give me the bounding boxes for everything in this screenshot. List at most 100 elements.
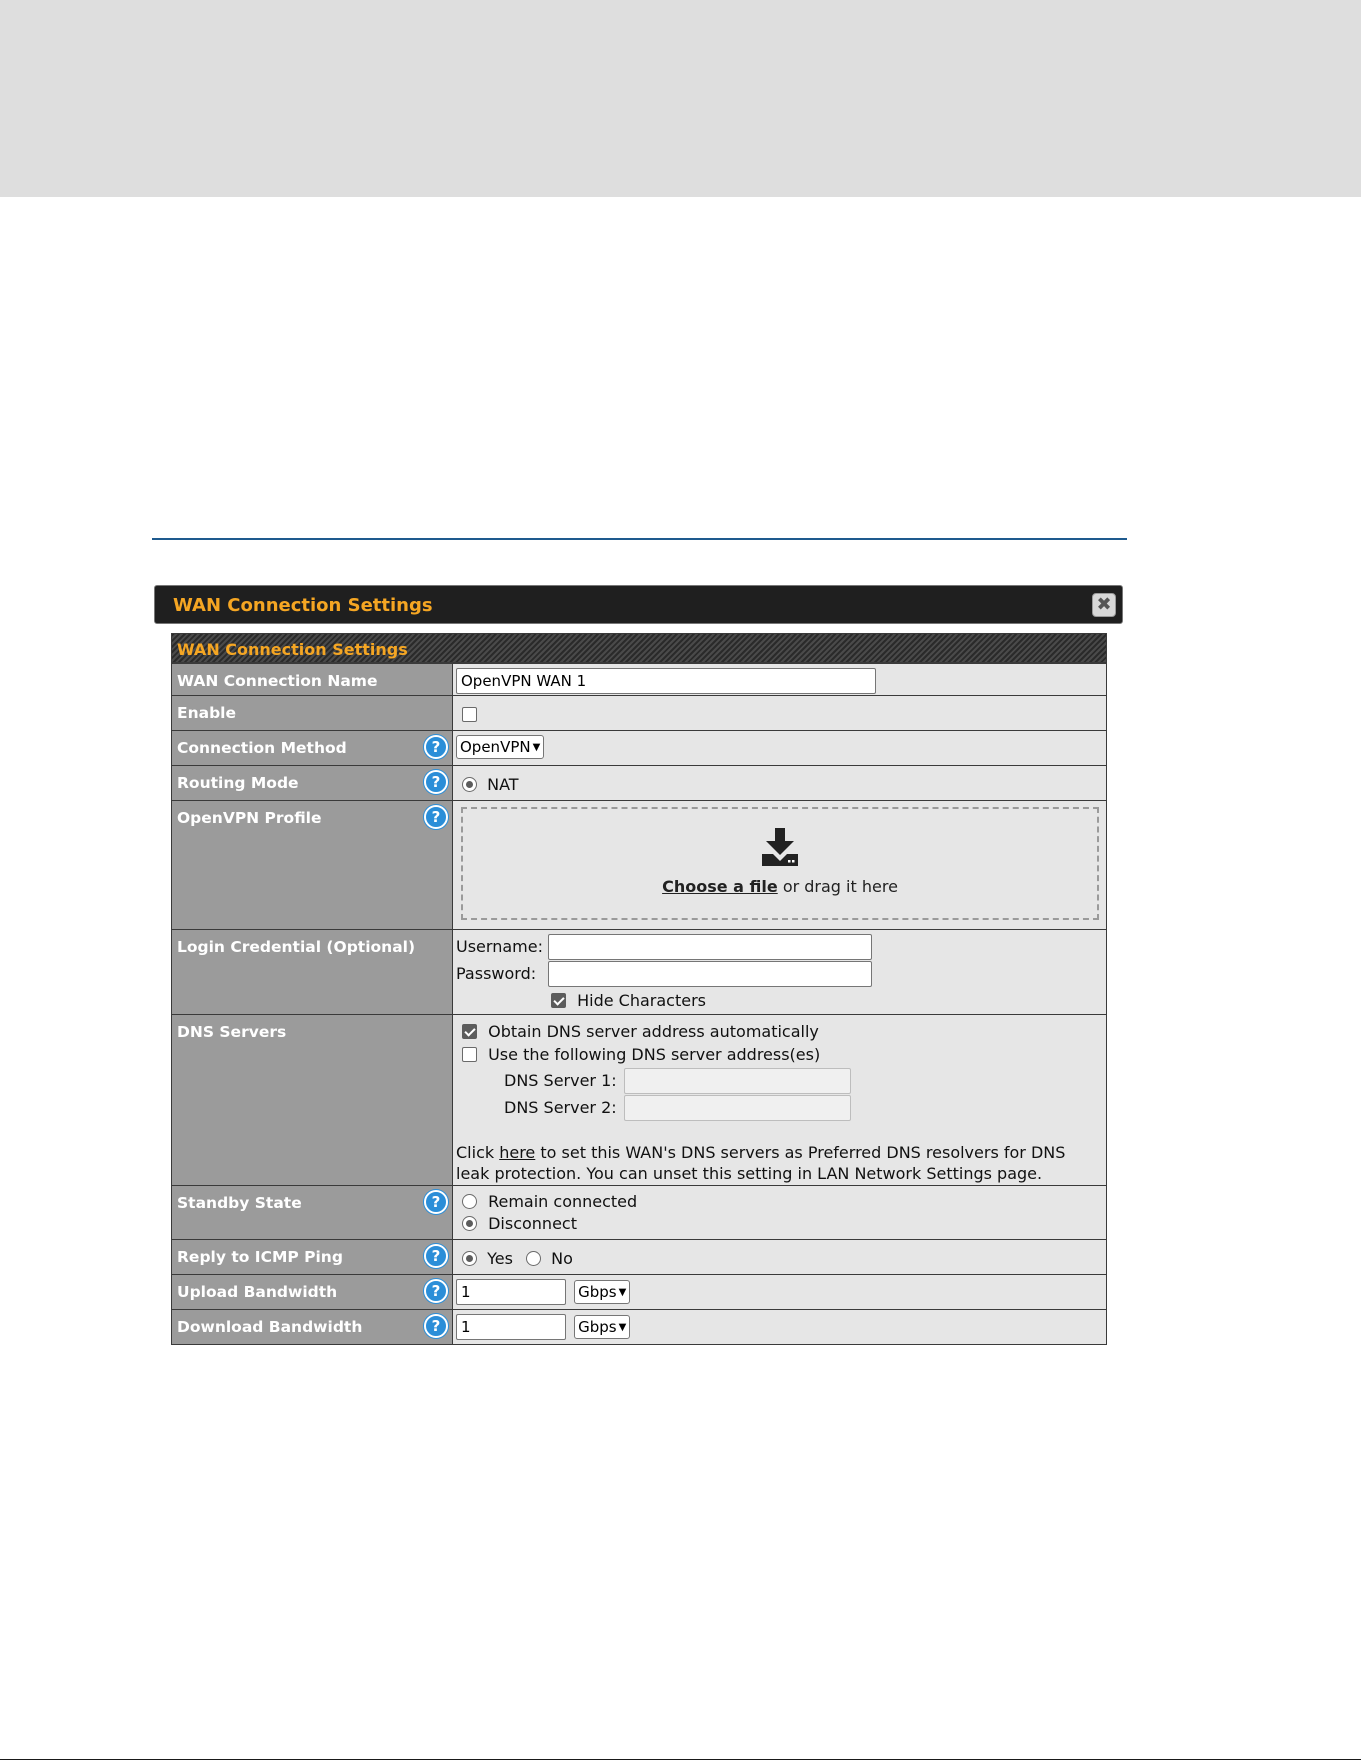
note-prefix: Click: [456, 1143, 495, 1162]
connection-name-input[interactable]: [456, 668, 876, 694]
value-connection-method: OpenVPN ▼: [453, 731, 1106, 765]
label-text: Enable: [177, 704, 237, 722]
label-text: Login Credential (Optional): [177, 938, 416, 956]
question-circle-icon[interactable]: ?: [424, 1190, 448, 1214]
choose-file-link[interactable]: Choose a file: [662, 877, 778, 896]
question-circle-icon[interactable]: ?: [424, 1314, 448, 1338]
connection-method-select[interactable]: OpenVPN ▼: [456, 735, 545, 759]
label-text: Routing Mode: [177, 774, 299, 792]
question-circle-icon[interactable]: ?: [424, 1244, 448, 1268]
row-download-bandwidth: Download Bandwidth ? Gbps▼: [172, 1309, 1106, 1344]
value-connection-name: [453, 664, 1106, 695]
row-dns-servers: DNS Servers Obtain DNS server address au…: [172, 1014, 1106, 1185]
value-upload-bandwidth: Gbps▼: [453, 1275, 1106, 1309]
row-standby-state: Standby State ? Remain connected Disconn…: [172, 1185, 1106, 1239]
dns-manual-checkbox[interactable]: [462, 1047, 477, 1062]
dns-server-2-input[interactable]: [624, 1094, 851, 1121]
chevron-down-icon: ▼: [532, 742, 541, 753]
label-text: DNS Servers: [177, 1023, 287, 1041]
label-text: Download Bandwidth: [177, 1318, 363, 1336]
dns-auto-checkbox[interactable]: [462, 1024, 477, 1039]
dns-server-1-input[interactable]: [624, 1067, 851, 1094]
dialog-title-bar: WAN Connection Settings ✖: [154, 585, 1123, 624]
hide-characters-label: Hide Characters: [577, 991, 706, 1010]
dns-auto-label: Obtain DNS server address automatically: [488, 1022, 819, 1041]
dialog-title: WAN Connection Settings: [173, 595, 433, 616]
value-enable: [453, 696, 1106, 730]
upload-unit-select[interactable]: Gbps ▼: [574, 1280, 631, 1304]
value-icmp-ping: Yes No: [453, 1240, 1106, 1274]
label-dns-servers: DNS Servers: [172, 1015, 453, 1185]
label-text: WAN Connection Name: [177, 672, 378, 690]
row-login-credential: Login Credential (Optional) Username: Pa…: [172, 929, 1106, 1014]
section-header: WAN Connection Settings: [172, 634, 1106, 663]
icmp-no-radio[interactable]: [526, 1251, 542, 1266]
dns-manual-label: Use the following DNS server address(es): [488, 1045, 821, 1064]
password-label: Password:: [456, 964, 537, 983]
chevron-down-icon: ▼: [618, 1287, 627, 1298]
username-input[interactable]: [548, 933, 872, 960]
enable-checkbox[interactable]: [462, 707, 477, 722]
label-enable: Enable: [172, 696, 453, 730]
label-download-bandwidth: Download Bandwidth ?: [172, 1310, 453, 1344]
row-upload-bandwidth: Upload Bandwidth ? Gbps▼: [172, 1274, 1106, 1309]
hide-characters-checkbox[interactable]: [551, 993, 566, 1008]
label-connection-method: Connection Method ?: [172, 731, 453, 765]
dns-server-2-label: DNS Server 2:: [504, 1098, 617, 1117]
row-icmp-ping: Reply to ICMP Ping ? Yes No: [172, 1239, 1106, 1274]
remain-connected-label: Remain connected: [488, 1192, 638, 1211]
top-banner-area: [0, 0, 1361, 197]
icmp-yes-label: Yes: [487, 1249, 513, 1268]
label-routing-mode: Routing Mode ?: [172, 766, 453, 800]
label-text: Standby State: [177, 1194, 302, 1212]
chevron-down-icon: ▼: [618, 1322, 627, 1333]
select-value: OpenVPN: [460, 738, 531, 756]
label-text: Connection Method: [177, 739, 347, 757]
dns-here-link[interactable]: here: [499, 1143, 535, 1162]
disconnect-radio[interactable]: [462, 1216, 477, 1231]
dns-note: Click here to set this WAN's DNS servers…: [456, 1142, 1103, 1184]
label-standby-state: Standby State ?: [172, 1186, 453, 1239]
nat-radio[interactable]: [462, 777, 477, 792]
upload-bandwidth-input[interactable]: [456, 1279, 566, 1305]
select-value: Gbps: [578, 1318, 617, 1336]
label-connection-name: WAN Connection Name: [172, 664, 453, 695]
icmp-yes-radio[interactable]: [462, 1251, 477, 1266]
close-icon[interactable]: ✖: [1092, 593, 1116, 617]
row-connection-method: Connection Method ? OpenVPN ▼: [172, 730, 1106, 765]
label-text: Reply to ICMP Ping: [177, 1248, 343, 1266]
label-icmp-ping: Reply to ICMP Ping ?: [172, 1240, 453, 1274]
value-download-bandwidth: Gbps▼: [453, 1310, 1106, 1344]
question-circle-icon[interactable]: ?: [424, 770, 448, 794]
disconnect-label: Disconnect: [488, 1214, 577, 1233]
label-login-credential: Login Credential (Optional): [172, 930, 453, 1014]
value-dns-servers: Obtain DNS server address automatically …: [453, 1015, 1106, 1185]
row-openvpn-profile: OpenVPN Profile ? Choose a file or drag …: [172, 800, 1106, 929]
question-circle-icon[interactable]: ?: [424, 735, 448, 759]
username-label: Username:: [456, 937, 543, 956]
question-circle-icon[interactable]: ?: [424, 805, 448, 829]
note-line-2: leak protection. You can unset this sett…: [456, 1164, 1043, 1183]
value-routing-mode: NAT: [453, 766, 1106, 800]
icmp-no-label: No: [551, 1249, 573, 1268]
select-value: Gbps: [578, 1283, 617, 1301]
value-standby-state: Remain connected Disconnect: [453, 1186, 1106, 1239]
password-input[interactable]: [548, 960, 872, 987]
label-text: OpenVPN Profile: [177, 809, 322, 827]
note-line-1: to set this WAN's DNS servers as Preferr…: [540, 1143, 1066, 1162]
horizontal-rule: [152, 538, 1127, 540]
value-openvpn-profile: Choose a file or drag it here: [453, 801, 1106, 929]
download-unit-select[interactable]: Gbps ▼: [574, 1315, 631, 1339]
download-bandwidth-input[interactable]: [456, 1314, 566, 1340]
download-tray-icon: [762, 828, 798, 866]
remain-connected-radio[interactable]: [462, 1194, 477, 1209]
question-circle-icon[interactable]: ?: [424, 1279, 448, 1303]
dns-server-1-label: DNS Server 1:: [504, 1071, 617, 1090]
nat-label: NAT: [487, 775, 519, 794]
label-upload-bandwidth: Upload Bandwidth ?: [172, 1275, 453, 1309]
drag-hint: or drag it here: [782, 877, 898, 896]
file-dropzone[interactable]: Choose a file or drag it here: [461, 807, 1099, 920]
row-enable: Enable: [172, 695, 1106, 730]
dropzone-text: Choose a file or drag it here: [463, 877, 1097, 896]
wan-settings-table: WAN Connection Settings WAN Connection N…: [171, 633, 1107, 1345]
